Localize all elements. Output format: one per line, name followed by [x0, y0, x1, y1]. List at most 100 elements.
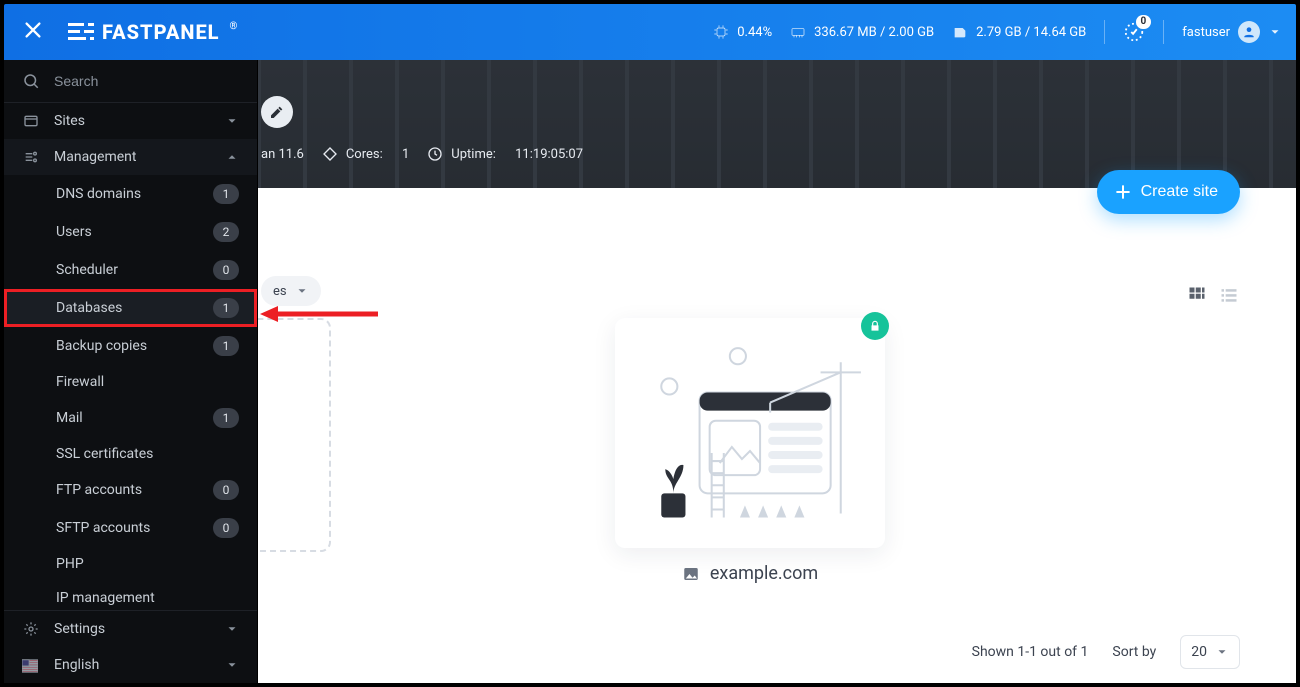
sidebar-item-label: IP management — [56, 590, 155, 606]
sidebar-item-ftp-accounts[interactable]: FTP accounts 0 — [4, 471, 257, 509]
plus-icon — [1113, 182, 1133, 202]
sidebar-item-ssl-certificates[interactable]: SSL certificates — [4, 437, 257, 471]
sidebar-item-php[interactable]: PHP — [4, 547, 257, 581]
hero-os: an 11.6 — [261, 147, 304, 162]
clock-icon — [427, 146, 443, 162]
topbar: FASTPANEL® 0.44% 336.67 MB / 2.00 GB 2.7… — [4, 4, 1296, 60]
filter-chip-label: es — [273, 284, 287, 299]
count-badge: 1 — [213, 336, 239, 356]
content: es — [257, 188, 1296, 683]
site-card[interactable]: example.com — [615, 318, 885, 548]
sidebar-item-mail[interactable]: Mail1 — [4, 399, 257, 437]
stat-disk[interactable]: 2.79 GB / 14.64 GB — [952, 24, 1086, 40]
app-frame: FASTPANEL® 0.44% 336.67 MB / 2.00 GB 2.7… — [0, 0, 1300, 687]
count-badge: 0 — [213, 518, 239, 538]
cards-row: example.com — [317, 318, 885, 552]
pencil-icon — [269, 104, 285, 120]
username: fastuser — [1182, 25, 1230, 40]
chevron-down-icon — [225, 114, 239, 128]
sidebar-search[interactable] — [4, 60, 257, 103]
sidebar-item-sites[interactable]: Sites — [4, 103, 257, 139]
create-site-button[interactable]: Create site — [1097, 170, 1240, 214]
sidebar-item-databases[interactable]: Databases 1 — [4, 289, 257, 327]
sidebar-item-label: Mail — [56, 410, 83, 426]
management-icon — [22, 149, 40, 165]
sidebar-item-ip-management[interactable]: IP management — [4, 581, 257, 610]
user-icon — [1242, 25, 1256, 39]
avatar — [1238, 21, 1260, 43]
count-badge: 1 — [213, 298, 239, 318]
sidebar-item-label: Sites — [54, 113, 85, 129]
sidebar-item-label: DNS domains — [56, 186, 141, 202]
sidebar-item-label: Databases — [56, 300, 122, 316]
flag-us-icon — [22, 658, 40, 672]
sidebar-item-label: Settings — [54, 621, 105, 637]
stat-disk-value: 2.79 GB / 14.64 GB — [976, 25, 1086, 40]
page-size-select[interactable]: 20 — [1180, 635, 1240, 669]
sidebar-item-dns-domains[interactable]: DNS domains1 — [4, 175, 257, 213]
filter-chip[interactable]: es — [261, 276, 321, 306]
sidebar-item-language[interactable]: English — [4, 647, 257, 683]
pager-shown: Shown 1-1 out of 1 — [972, 644, 1089, 660]
sidebar-item-label: English — [54, 657, 99, 673]
sidebar-item-firewall[interactable]: Firewall — [4, 365, 257, 399]
create-site-label: Create site — [1141, 183, 1218, 201]
chevron-up-icon — [225, 150, 239, 164]
lock-icon — [868, 319, 882, 333]
sidebar-item-label: Backup copies — [56, 338, 147, 354]
grid-icon — [1187, 285, 1207, 305]
hero-bg — [257, 60, 1296, 188]
sidebar-item-label: Management — [54, 149, 136, 165]
count-badge: 2 — [213, 222, 239, 242]
topbar-left: FASTPANEL® — [4, 19, 238, 45]
pager-sort-label: Sort by — [1112, 644, 1156, 660]
brand-logo[interactable]: FASTPANEL® — [68, 20, 238, 44]
sidebar-item-settings[interactable]: Settings — [4, 611, 257, 647]
sidebar-item-label: FTP accounts — [56, 482, 142, 498]
page-size-value: 20 — [1191, 644, 1207, 660]
notifications-badge: 0 — [1136, 15, 1152, 29]
website-illustration — [629, 332, 871, 534]
sidebar-item-users[interactable]: Users 2 — [4, 213, 257, 251]
sidebar: Sites Management DNS domains1Users2Sched… — [4, 60, 258, 683]
user-menu[interactable]: fastuser — [1182, 21, 1282, 43]
brand-regmark: ® — [230, 21, 239, 32]
edit-button[interactable] — [261, 96, 293, 128]
sidebar-item-sftp-accounts[interactable]: SFTP accounts 0 — [4, 509, 257, 547]
view-list-button[interactable] — [1218, 284, 1240, 306]
picture-icon — [682, 565, 700, 583]
sidebar-item-label: Scheduler — [56, 262, 118, 278]
sidebar-item-label: SSL certificates — [56, 446, 153, 462]
cpu-icon — [713, 24, 729, 40]
notifications-button[interactable]: 0 — [1123, 21, 1145, 43]
view-grid-button[interactable] — [1186, 284, 1208, 306]
chevron-down-icon — [225, 622, 239, 636]
footer: Shown 1-1 out of 1 Sort by 20 — [257, 635, 1296, 669]
stat-cpu[interactable]: 0.44% — [713, 24, 772, 40]
sidebar-item-label: Firewall — [56, 374, 104, 390]
management-submenu: DNS domains1Users2Scheduler0Databases1Ba… — [4, 175, 257, 610]
chevron-down-icon — [225, 658, 239, 672]
close-icon[interactable] — [22, 19, 44, 45]
chevron-down-icon — [1215, 645, 1229, 659]
topbar-divider — [1104, 20, 1105, 44]
sidebar-item-management[interactable]: Management — [4, 139, 257, 175]
list-icon — [1219, 285, 1239, 305]
sites-icon — [22, 113, 40, 129]
topbar-divider — [1163, 20, 1164, 44]
diamond-icon — [322, 146, 338, 162]
memory-icon — [790, 24, 806, 40]
stat-cpu-value: 0.44% — [737, 25, 772, 40]
sidebar-item-label: Users — [56, 224, 92, 240]
sidebar-item-scheduler[interactable]: Scheduler0 — [4, 251, 257, 289]
hero: an 11.6 Cores: 1 Uptime: 11:19:05:07 — [257, 60, 1296, 188]
sidebar-item-label: SFTP accounts — [56, 520, 150, 536]
search-input[interactable] — [52, 72, 239, 90]
sidebar-item-backup-copies[interactable]: Backup copies 1 — [4, 327, 257, 365]
stat-mem[interactable]: 336.67 MB / 2.00 GB — [790, 24, 934, 40]
count-badge: 0 — [213, 480, 239, 500]
brand-mark-icon — [68, 21, 94, 43]
chevron-down-icon — [1268, 25, 1282, 39]
stat-mem-value: 336.67 MB / 2.00 GB — [814, 25, 934, 40]
chevron-down-icon — [295, 284, 309, 298]
